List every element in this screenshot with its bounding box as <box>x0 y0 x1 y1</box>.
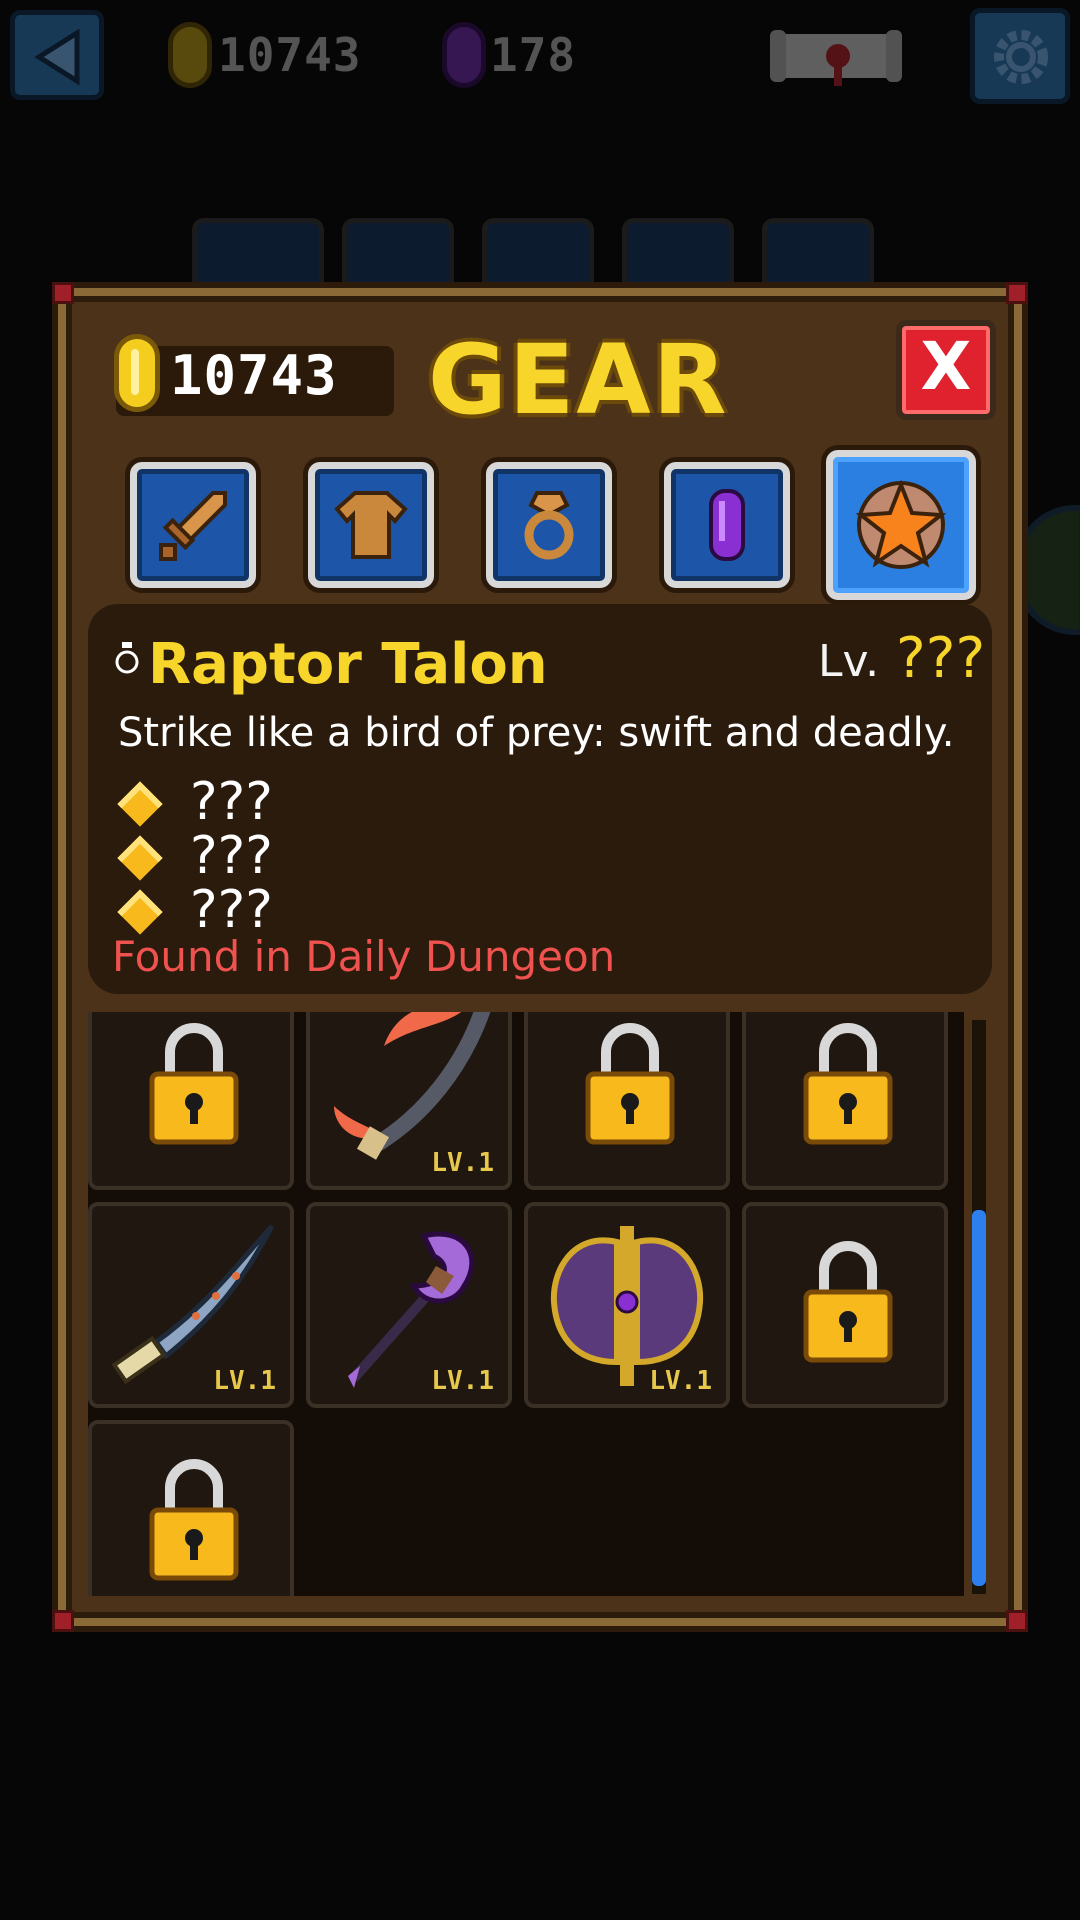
shirt-icon <box>334 491 408 559</box>
panel-corner <box>1006 282 1028 304</box>
top-bar: 10743 178 <box>0 0 1080 110</box>
level-value: ??? <box>896 626 986 691</box>
stat-value: ??? <box>190 826 273 886</box>
gear-slot-locked[interactable] <box>524 1012 730 1190</box>
back-button[interactable] <box>10 10 104 100</box>
close-icon: X <box>920 328 972 405</box>
scroll-map-icon[interactable] <box>768 22 904 88</box>
gear-slot-purple-staff[interactable]: LV.1 <box>306 1202 512 1408</box>
tab-gems[interactable] <box>664 462 790 588</box>
item-level-badge: LV.1 <box>213 1366 276 1396</box>
item-info-box: Raptor Talon Lv. ??? Strike like a bird … <box>88 604 992 994</box>
ring-icon <box>524 491 574 560</box>
gear-slot-double-axe[interactable]: LV.1 <box>524 1202 730 1408</box>
gear-slot-locked[interactable] <box>88 1012 294 1190</box>
bg-tab <box>192 218 324 298</box>
panel-corner <box>52 282 74 304</box>
diamond-icon <box>117 835 163 881</box>
tab-special[interactable] <box>826 450 976 600</box>
coin-icon <box>168 22 212 88</box>
scroll-thumb[interactable] <box>972 1210 986 1586</box>
item-description: Strike like a bird of prey: swift and de… <box>118 710 955 756</box>
stat-value: ??? <box>190 880 273 940</box>
gear-slot-locked[interactable] <box>742 1012 948 1190</box>
close-button[interactable]: X <box>896 320 996 420</box>
settings-button[interactable] <box>970 8 1070 104</box>
lock-icon <box>803 1241 893 1363</box>
gear-slot-locked[interactable] <box>742 1202 948 1408</box>
back-arrow-icon <box>34 29 80 85</box>
item-name: Raptor Talon <box>148 632 548 697</box>
item-level-badge: LV.1 <box>649 1366 712 1396</box>
grid-scrollbar[interactable] <box>972 1020 986 1594</box>
double-axe-icon <box>550 1226 704 1386</box>
tab-armor[interactable] <box>308 462 434 588</box>
gear-slot-locked[interactable] <box>88 1420 294 1596</box>
tab-rings[interactable] <box>486 462 612 588</box>
level-label: Lv. <box>818 636 880 687</box>
diamond-icon <box>117 889 163 935</box>
ring-icon <box>115 642 139 674</box>
gear-slot-curved-blade[interactable]: LV.1 <box>88 1202 294 1408</box>
top-coin-count: 10743 <box>218 28 362 82</box>
panel-title: GEAR <box>428 324 729 436</box>
bg-tab <box>342 218 454 298</box>
tab-weapons[interactable] <box>130 462 256 588</box>
gear-slot-raptor-talon[interactable]: LV.1 <box>306 1012 512 1190</box>
lock-icon <box>585 1023 675 1145</box>
item-level-badge: LV.1 <box>431 1366 494 1396</box>
panel-corner <box>52 1610 74 1632</box>
item-source: Found in Daily Dungeon <box>112 932 616 981</box>
diamond-icon <box>117 781 163 827</box>
item-level-badge: LV.1 <box>431 1148 494 1178</box>
coin-icon <box>114 334 160 412</box>
lock-icon <box>149 1459 239 1581</box>
bg-tab <box>482 218 594 298</box>
gem-icon <box>709 489 745 561</box>
coin-amount: 10743 <box>170 344 338 407</box>
lock-icon <box>803 1023 893 1145</box>
gear-panel: 10743 GEAR X Raptor Talon Lv. ??? Strike… <box>52 282 1028 1632</box>
bg-tab <box>622 218 734 298</box>
panel-corner <box>1006 1610 1028 1632</box>
gear-grid[interactable]: LV.1 LV.1 LV.1 LV.1 <box>88 1012 964 1596</box>
lock-icon <box>149 1023 239 1145</box>
star-icon <box>855 479 947 569</box>
sword-icon <box>159 491 227 561</box>
stat-value: ??? <box>190 772 273 832</box>
side-item-peek <box>1015 505 1080 635</box>
bg-tab <box>762 218 874 298</box>
gem-icon <box>442 22 486 88</box>
gear-icon <box>994 30 1048 84</box>
top-gem-count: 178 <box>490 28 577 82</box>
